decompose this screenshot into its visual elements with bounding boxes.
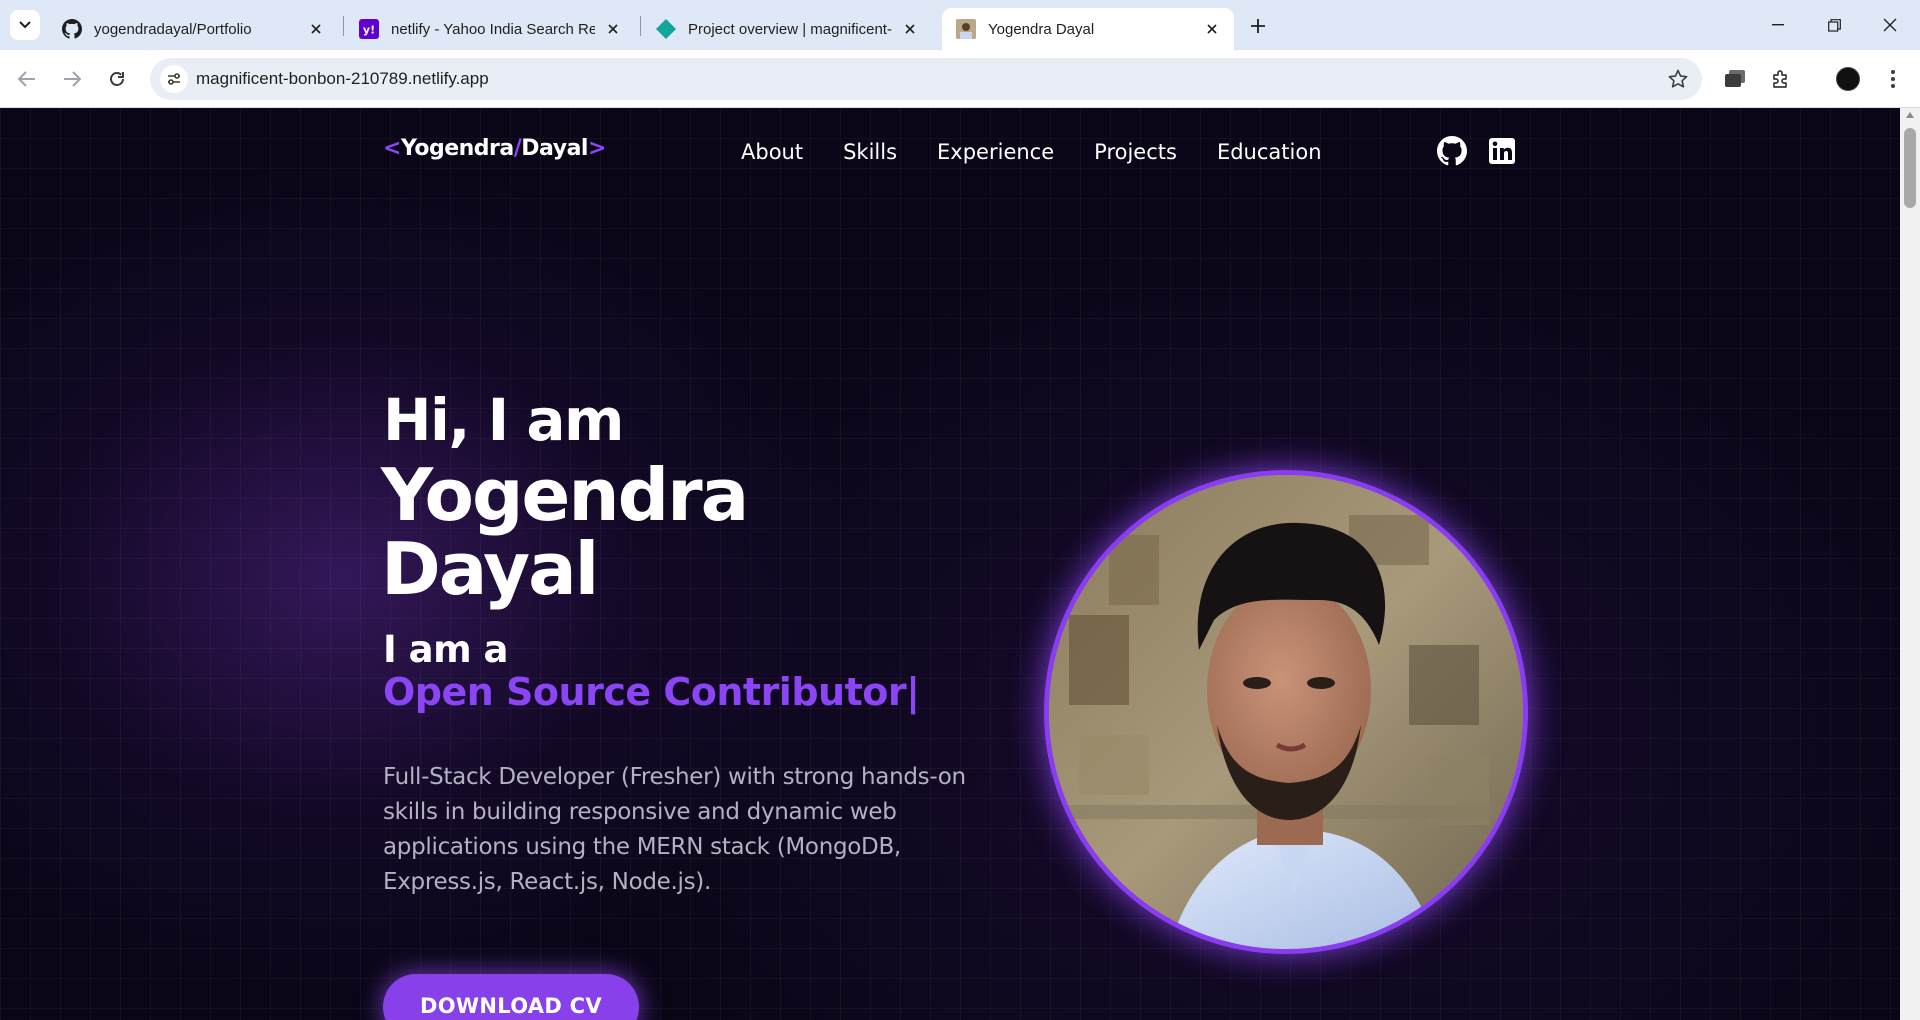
netlify-icon bbox=[656, 19, 676, 39]
linkedin-icon[interactable] bbox=[1487, 136, 1517, 166]
reload-icon bbox=[110, 72, 124, 86]
tab-github-portfolio[interactable]: yogendradayal/Portfolio bbox=[48, 8, 338, 50]
reload-button[interactable] bbox=[100, 62, 134, 96]
plus-icon bbox=[1251, 19, 1265, 33]
close-tab-icon[interactable] bbox=[306, 19, 326, 39]
close-window-button[interactable] bbox=[1862, 0, 1918, 50]
page-viewport: < Yogendra / Dayal > About Skills Experi… bbox=[0, 108, 1920, 1020]
minimize-button[interactable] bbox=[1750, 0, 1806, 50]
nav-experience[interactable]: Experience bbox=[937, 140, 1054, 164]
arrow-left-icon bbox=[18, 71, 35, 87]
download-cv-button[interactable]: DOWNLOAD CV bbox=[383, 974, 639, 1020]
hero-role-text: Open Source Contributor bbox=[383, 670, 907, 714]
scroll-up-arrow-icon[interactable] bbox=[1906, 112, 1914, 118]
profile-photo bbox=[1044, 470, 1528, 954]
nav-education[interactable]: Education bbox=[1217, 140, 1322, 164]
profile-portrait-image bbox=[1049, 475, 1523, 949]
close-tab-icon[interactable] bbox=[603, 19, 623, 39]
tab-title: netlify - Yahoo India Search Res bbox=[391, 20, 595, 38]
close-tab-icon[interactable] bbox=[1202, 19, 1222, 39]
tab-search-icon[interactable] bbox=[1719, 63, 1751, 95]
menu-kebab-icon[interactable] bbox=[1877, 63, 1909, 95]
restore-button[interactable] bbox=[1806, 0, 1862, 50]
new-tab-button[interactable] bbox=[1244, 12, 1272, 40]
tab-separator bbox=[640, 16, 641, 36]
github-icon bbox=[62, 19, 82, 39]
nav-projects[interactable]: Projects bbox=[1094, 140, 1177, 164]
github-icon[interactable] bbox=[1437, 136, 1467, 166]
nav-about[interactable]: About bbox=[741, 140, 803, 164]
arrow-right-icon bbox=[64, 71, 81, 87]
tab-netlify-project[interactable]: Project overview | magnificent-b bbox=[642, 8, 932, 50]
logo-bracket-close: > bbox=[587, 136, 606, 161]
chevron-down-icon bbox=[19, 21, 31, 29]
typing-caret: | bbox=[906, 670, 920, 714]
tab-title: Project overview | magnificent-b bbox=[688, 20, 892, 38]
close-icon bbox=[1883, 18, 1897, 32]
logo-slash: / bbox=[513, 136, 522, 161]
logo-bracket-open: < bbox=[383, 136, 401, 161]
hero-name: Yogendra Dayal bbox=[381, 458, 941, 606]
page-scrollbar[interactable] bbox=[1900, 108, 1920, 1020]
nav-skills[interactable]: Skills bbox=[843, 140, 897, 164]
site-info-icon[interactable] bbox=[160, 65, 188, 93]
back-button[interactable] bbox=[10, 62, 44, 96]
main-nav: About Skills Experience Projects Educati… bbox=[741, 140, 1322, 164]
tab-separator bbox=[343, 16, 344, 36]
extensions-icon[interactable] bbox=[1765, 63, 1797, 95]
hero-role: Open Source Contributor| bbox=[383, 670, 920, 714]
hero-iam: I am a bbox=[383, 628, 509, 671]
svg-text:y!: y! bbox=[363, 24, 375, 37]
portfolio-page: < Yogendra / Dayal > About Skills Experi… bbox=[0, 108, 1900, 1020]
profile-photo-icon bbox=[956, 19, 976, 39]
hero-name-last: Dayal bbox=[381, 527, 599, 611]
profile-avatar[interactable] bbox=[1836, 67, 1860, 91]
close-tab-icon[interactable] bbox=[900, 19, 920, 39]
url-text[interactable]: magnificent-bonbon-210789.netlify.app bbox=[196, 69, 489, 89]
hero-greeting: Hi, I am bbox=[383, 386, 625, 454]
hero-name-first: Yogendra bbox=[381, 453, 749, 537]
forward-button[interactable] bbox=[55, 62, 89, 96]
tab-strip: yogendradayal/Portfolio y! netlify - Yah… bbox=[0, 0, 1920, 50]
tab-yogendra-dayal[interactable]: Yogendra Dayal bbox=[942, 8, 1234, 50]
hero-description: Full-Stack Developer (Fresher) with stro… bbox=[383, 764, 966, 895]
logo-last-name: Dayal bbox=[521, 136, 588, 161]
bookmark-star-icon[interactable] bbox=[1666, 67, 1690, 91]
restore-icon bbox=[1827, 18, 1841, 32]
scroll-thumb[interactable] bbox=[1904, 128, 1916, 208]
minimize-icon bbox=[1772, 24, 1784, 26]
yahoo-icon: y! bbox=[359, 19, 379, 39]
tab-title: Yogendra Dayal bbox=[988, 20, 1095, 38]
site-logo[interactable]: < Yogendra / Dayal > bbox=[383, 136, 606, 161]
browser-toolbar: magnificent-bonbon-210789.netlify.app bbox=[0, 50, 1920, 108]
tab-title: yogendradayal/Portfolio bbox=[94, 20, 252, 38]
logo-first-name: Yogendra bbox=[400, 136, 514, 161]
address-bar[interactable]: magnificent-bonbon-210789.netlify.app bbox=[150, 58, 1702, 100]
tab-yahoo-search[interactable]: y! netlify - Yahoo India Search Res bbox=[345, 8, 635, 50]
tab-search-button[interactable] bbox=[10, 10, 40, 40]
